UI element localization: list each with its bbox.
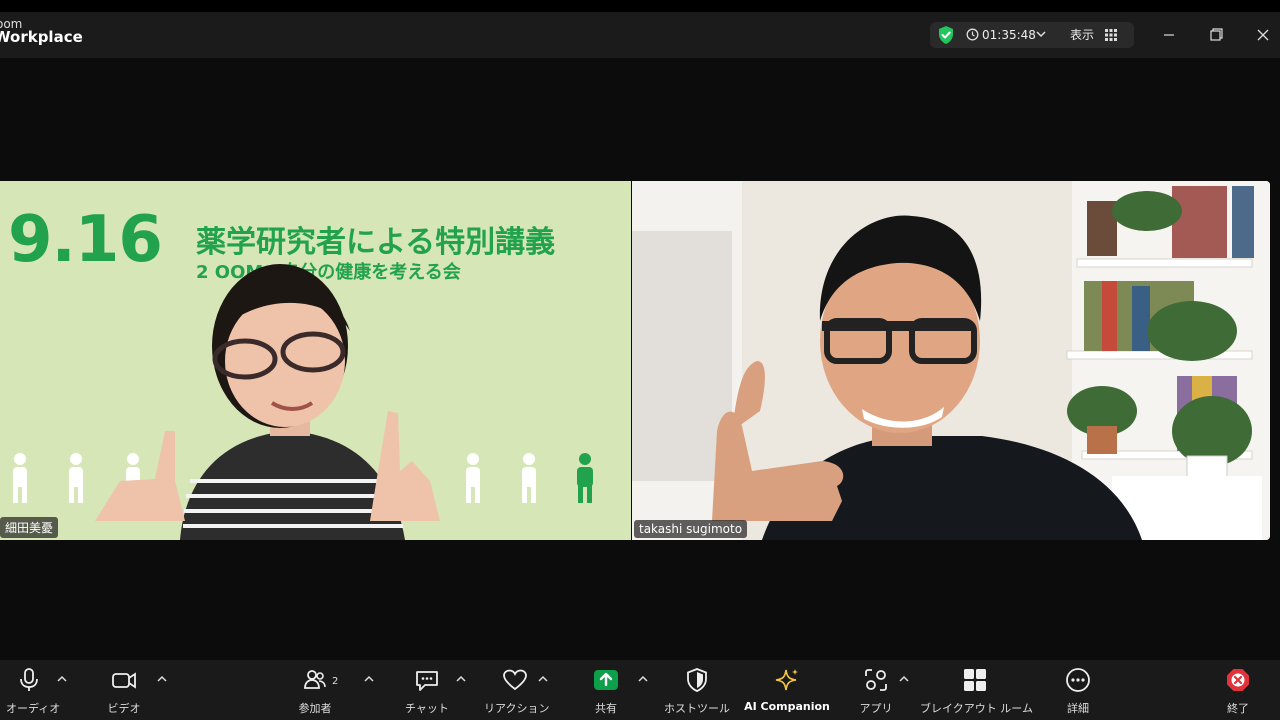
chat-icon — [416, 671, 438, 691]
shield-check-icon[interactable] — [936, 25, 956, 45]
participants-count: 2 — [332, 676, 339, 687]
participants-icon — [304, 670, 326, 689]
view-button[interactable]: 表示 — [1070, 25, 1094, 45]
chevron-up-icon[interactable] — [637, 674, 649, 684]
reactions-label: リアクション — [484, 702, 550, 715]
grid-icon[interactable] — [1105, 29, 1117, 41]
chevron-up-icon[interactable] — [156, 674, 168, 684]
ai-companion-label: AI Companion — [744, 700, 830, 713]
audio-button[interactable]: オーディオ — [6, 666, 61, 716]
microphone-icon — [20, 668, 38, 691]
more-button[interactable]: 詳細 — [1058, 666, 1098, 716]
video-button[interactable]: ビデオ — [102, 666, 146, 716]
share-screen-icon — [594, 670, 618, 690]
shield-icon — [687, 668, 707, 692]
meeting-timer: 01:35:48 — [982, 28, 1036, 42]
more-icon — [1066, 668, 1090, 692]
chat-button[interactable]: チャット — [404, 666, 450, 716]
apps-label: アプリ — [859, 702, 893, 715]
minimize-icon[interactable] — [1154, 24, 1184, 46]
chat-label: チャット — [405, 702, 449, 715]
ai-companion-button[interactable]: AI Companion — [744, 666, 830, 713]
audio-label: オーディオ — [6, 702, 61, 715]
participant-name-2: takashi sugimoto — [634, 520, 748, 538]
close-icon[interactable] — [1248, 24, 1278, 46]
apps-button[interactable]: アプリ — [856, 666, 896, 716]
end-icon — [1227, 669, 1249, 691]
chevron-up-icon[interactable] — [898, 674, 910, 684]
chevron-down-icon[interactable] — [1034, 27, 1048, 41]
restore-icon[interactable] — [1201, 24, 1231, 46]
host-tools-button[interactable]: ホストツール — [662, 666, 732, 716]
end-label: 終了 — [1227, 702, 1249, 715]
video-tile-participant-1[interactable]: 9.16 薬学研究者による特別講義 2 OOM：自分の健康を考える会 細田美憂 — [0, 181, 631, 540]
breakout-rooms-label: ブレイクアウト ルーム — [920, 702, 1033, 715]
app-brand: oom Workplace — [0, 18, 83, 45]
video-tile-participant-2[interactable]: takashi sugimoto — [632, 181, 1270, 540]
title-bar: oom Workplace 01:35:48 表示 — [0, 12, 1280, 58]
more-label: 詳細 — [1067, 702, 1089, 715]
heart-icon — [503, 669, 527, 691]
share-label: 共有 — [595, 702, 617, 715]
breakout-rooms-icon — [964, 669, 986, 691]
breakout-rooms-button[interactable]: ブレイクアウト ルーム — [920, 666, 1033, 716]
meeting-status[interactable]: 01:35:48 表示 — [930, 22, 1134, 48]
chevron-up-icon[interactable] — [537, 674, 549, 684]
chevron-up-icon[interactable] — [56, 674, 68, 684]
meeting-toolbar: オーディオ ビデオ 参加者 2 チャット リアクション 共有 ホストツール AI… — [0, 660, 1280, 720]
participants-label: 参加者 — [298, 702, 332, 715]
end-meeting-button[interactable]: 終了 — [1220, 666, 1256, 716]
video-stage: 9.16 薬学研究者による特別講義 2 OOM：自分の健康を考える会 細田美憂 … — [0, 58, 1280, 660]
top-strip — [0, 0, 1280, 12]
clock-icon — [966, 28, 979, 41]
chevron-up-icon[interactable] — [363, 674, 375, 684]
apps-icon — [865, 669, 887, 691]
participants-button[interactable]: 参加者 — [292, 666, 338, 716]
host-tools-label: ホストツール — [664, 702, 730, 715]
sparkle-icon — [775, 669, 798, 691]
camera-icon — [112, 672, 136, 689]
brand-line2: Workplace — [0, 28, 83, 46]
video-label: ビデオ — [107, 702, 141, 715]
participant-name-1: 細田美憂 — [0, 517, 59, 538]
share-button[interactable]: 共有 — [588, 666, 624, 716]
chevron-up-icon[interactable] — [455, 674, 467, 684]
participant-video-2 — [632, 181, 1270, 540]
participant-video-1 — [13, 264, 593, 540]
